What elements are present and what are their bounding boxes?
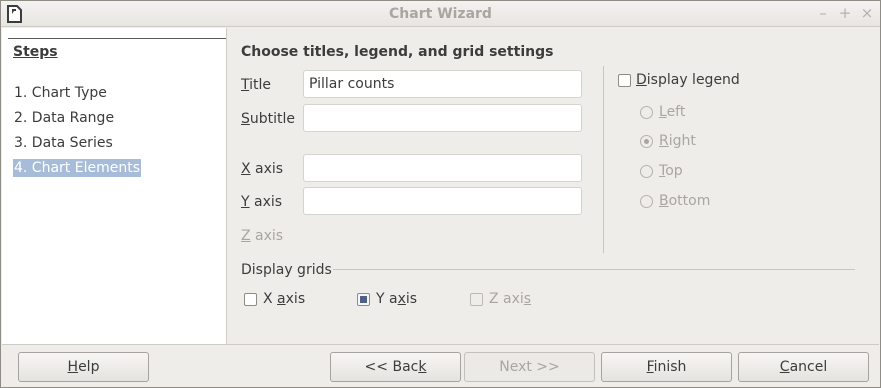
page-heading: Choose titles, legend, and grid settings bbox=[241, 44, 554, 60]
window-title: Chart Wizard bbox=[389, 6, 492, 22]
help-button[interactable]: Help bbox=[18, 352, 149, 382]
subtitle-label: Subtitle bbox=[241, 111, 296, 127]
step-data-series[interactable]: 3. Data Series bbox=[13, 134, 114, 152]
legend-separator bbox=[603, 66, 604, 253]
z-axis-label: Z axis bbox=[241, 228, 284, 244]
legend-right-radio[interactable] bbox=[640, 135, 653, 148]
step-chart-elements[interactable]: 4. Chart Elements bbox=[13, 159, 141, 177]
steps-divider bbox=[8, 38, 226, 39]
chart-elements-page: Choose titles, legend, and grid settings… bbox=[228, 28, 880, 344]
display-legend-checkbox[interactable] bbox=[618, 74, 631, 87]
x-axis-label: X axis bbox=[241, 161, 284, 177]
steps-panel: Steps 1. Chart Type 2. Data Range 3. Dat… bbox=[2, 28, 227, 344]
x-axis-grid-label[interactable]: X axis bbox=[263, 291, 305, 307]
legend-left-label[interactable]: Left bbox=[659, 104, 685, 120]
maximize-button[interactable]: + bbox=[837, 4, 853, 22]
z-axis-grid-label[interactable]: Z axis bbox=[489, 291, 531, 307]
cancel-button[interactable]: Cancel bbox=[738, 352, 869, 382]
step-chart-type[interactable]: 1. Chart Type bbox=[13, 84, 108, 102]
y-axis-grid-checkbox[interactable] bbox=[357, 293, 370, 306]
display-legend-label[interactable]: Display legend bbox=[636, 72, 740, 88]
x-axis-input[interactable] bbox=[303, 154, 582, 182]
back-button[interactable]: << Back bbox=[330, 352, 461, 382]
x-axis-grid-checkbox[interactable] bbox=[244, 293, 257, 306]
subtitle-input[interactable] bbox=[303, 104, 582, 132]
legend-bottom-label[interactable]: Bottom bbox=[659, 193, 710, 209]
display-grids-divider bbox=[333, 269, 855, 270]
step-data-range[interactable]: 2. Data Range bbox=[13, 109, 115, 127]
legend-bottom-radio[interactable] bbox=[640, 195, 653, 208]
y-axis-label: Y axis bbox=[241, 194, 283, 210]
button-bar: Help << Back Next >> Finish Cancel bbox=[2, 344, 879, 387]
steps-title: Steps bbox=[13, 44, 58, 60]
title-input[interactable] bbox=[303, 70, 582, 98]
legend-right-label[interactable]: Right bbox=[659, 133, 696, 149]
y-axis-input[interactable] bbox=[303, 187, 582, 215]
title-label: Title bbox=[241, 77, 272, 93]
minimize-button[interactable]: – bbox=[815, 4, 831, 22]
next-button[interactable]: Next >> bbox=[464, 352, 595, 382]
chart-wizard-window: Chart Wizard – + × Steps 1. Chart Type 2… bbox=[0, 0, 881, 388]
close-button[interactable]: × bbox=[859, 4, 875, 22]
legend-top-radio[interactable] bbox=[640, 165, 653, 178]
legend-top-label[interactable]: Top bbox=[659, 163, 683, 179]
z-axis-grid-checkbox[interactable] bbox=[470, 293, 483, 306]
title-bar: Chart Wizard – + × bbox=[1, 1, 880, 27]
legend-left-radio[interactable] bbox=[640, 106, 653, 119]
display-grids-label: Display grids bbox=[241, 262, 332, 278]
finish-button[interactable]: Finish bbox=[601, 352, 732, 382]
y-axis-grid-label[interactable]: Y axis bbox=[376, 291, 417, 307]
